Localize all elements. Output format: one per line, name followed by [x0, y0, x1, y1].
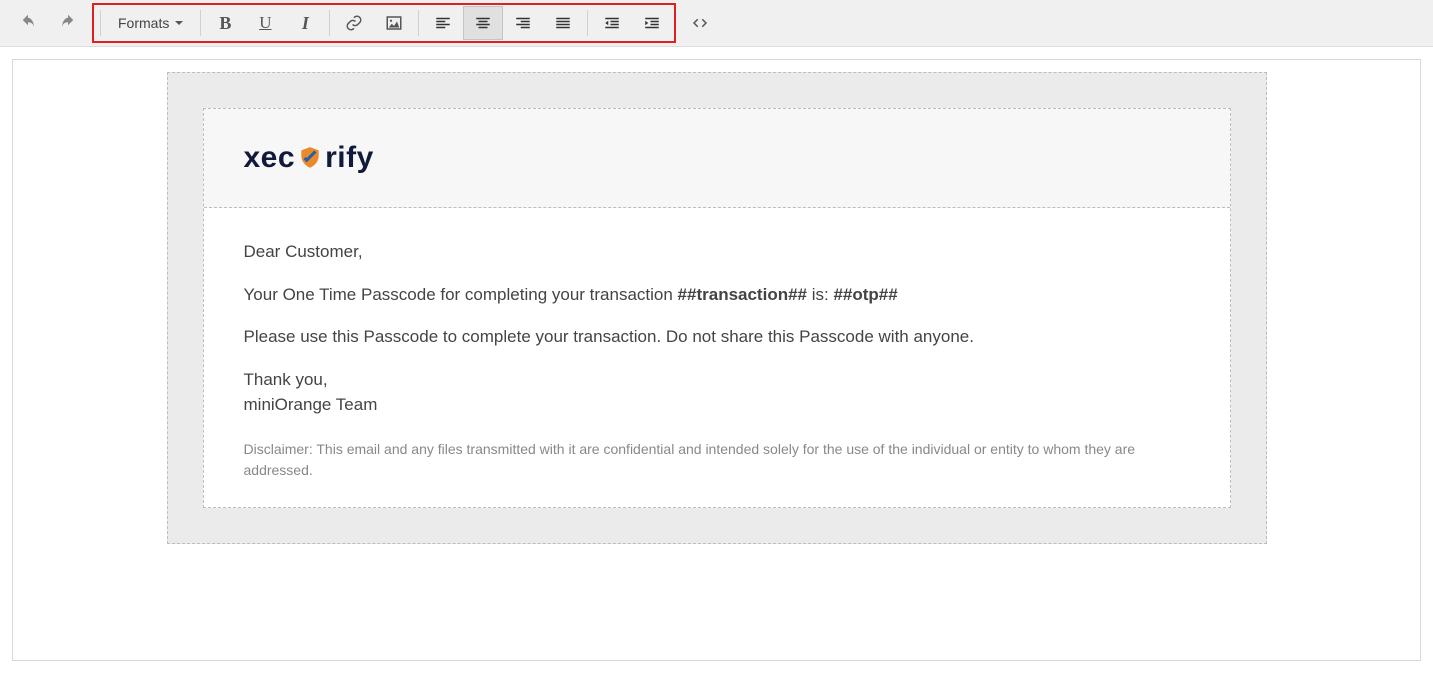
editor-wrapper: xec rify Dear Customer, Your One Tim	[0, 47, 1433, 674]
logo-text-part2: rify	[325, 141, 374, 175]
email-disclaimer: Disclaimer: This email and any files tra…	[244, 439, 1190, 481]
bold-icon: B	[219, 13, 231, 34]
underline-button[interactable]: U	[245, 6, 285, 40]
toolbar-separator	[100, 10, 101, 36]
email-body[interactable]: Dear Customer, Your One Time Passcode fo…	[204, 208, 1230, 507]
redo-button[interactable]	[48, 6, 88, 40]
align-right-button[interactable]	[503, 6, 543, 40]
editor-surface[interactable]: xec rify Dear Customer, Your One Tim	[12, 59, 1421, 661]
align-left-icon	[434, 14, 452, 32]
redo-icon	[59, 14, 77, 32]
toolbar-separator	[200, 10, 201, 36]
align-left-button[interactable]	[423, 6, 463, 40]
email-card: xec rify Dear Customer, Your One Tim	[203, 108, 1231, 508]
italic-button[interactable]: I	[285, 6, 325, 40]
email-greeting: Dear Customer,	[244, 240, 1190, 265]
italic-icon: I	[302, 13, 309, 34]
bold-button[interactable]: B	[205, 6, 245, 40]
underline-icon: U	[259, 13, 271, 33]
email-canvas: xec rify Dear Customer, Your One Tim	[167, 72, 1267, 544]
undo-button[interactable]	[8, 6, 48, 40]
image-button[interactable]	[374, 6, 414, 40]
formats-dropdown[interactable]: Formats	[105, 6, 196, 40]
align-center-button[interactable]	[463, 6, 503, 40]
email-signature: Thank you, miniOrange Team	[244, 368, 1190, 417]
email-otp-line: Your One Time Passcode for completing yo…	[244, 283, 1190, 308]
undo-icon	[19, 14, 37, 32]
email-header: xec rify	[204, 109, 1230, 208]
shield-icon	[297, 145, 323, 171]
image-icon	[385, 14, 403, 32]
link-button[interactable]	[334, 6, 374, 40]
indent-button[interactable]	[632, 6, 672, 40]
caret-down-icon	[175, 21, 183, 25]
link-icon	[345, 14, 363, 32]
align-justify-button[interactable]	[543, 6, 583, 40]
source-code-button[interactable]	[680, 6, 720, 40]
outdent-icon	[603, 14, 621, 32]
toolbar-separator	[329, 10, 330, 36]
align-justify-icon	[554, 14, 572, 32]
align-center-icon	[474, 14, 492, 32]
toolbar-separator	[587, 10, 588, 36]
indent-icon	[643, 14, 661, 32]
code-icon	[691, 14, 709, 32]
highlighted-tool-group: Formats B U I	[92, 3, 676, 43]
email-instructions: Please use this Passcode to complete you…	[244, 325, 1190, 350]
logo-text-part1: xec	[244, 141, 296, 175]
formats-label: Formats	[118, 15, 169, 31]
align-right-icon	[514, 14, 532, 32]
logo: xec rify	[244, 141, 1190, 175]
toolbar-separator	[418, 10, 419, 36]
toolbar: Formats B U I	[0, 0, 1433, 47]
outdent-button[interactable]	[592, 6, 632, 40]
